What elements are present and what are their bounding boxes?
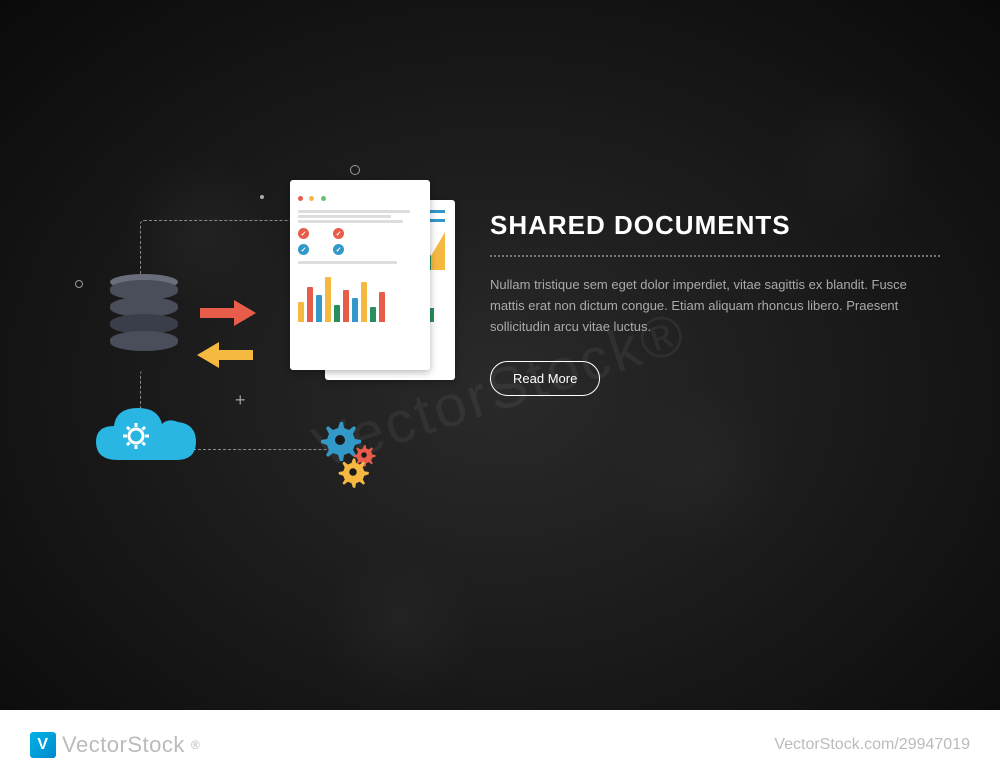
content-area: SHARED DOCUMENTS Nullam tristique sem eg… xyxy=(490,150,940,490)
brand-name: VectorStock xyxy=(62,732,185,758)
page-title: SHARED DOCUMENTS xyxy=(490,210,940,241)
illustration-area: + xyxy=(60,150,490,490)
documents-icon xyxy=(290,180,470,400)
divider xyxy=(490,255,940,257)
footer-bar: V VectorStock ® VectorStock.com/29947019 xyxy=(0,710,1000,780)
check-icon xyxy=(333,228,344,239)
document-front xyxy=(290,180,430,370)
arrow-left-icon xyxy=(195,340,253,375)
image-attribution: VectorStock.com/29947019 xyxy=(774,736,970,754)
decorative-plus: + xyxy=(235,390,246,411)
server-icon xyxy=(110,280,178,370)
decorative-dot xyxy=(260,195,264,199)
brand-suffix: ® xyxy=(191,738,200,752)
check-icon xyxy=(298,244,309,255)
decorative-circle xyxy=(350,165,360,175)
arrow-right-icon xyxy=(200,298,258,333)
hero-banner: + xyxy=(60,150,940,490)
check-icon xyxy=(298,228,309,239)
gears-icon xyxy=(320,420,400,495)
bar-chart-icon xyxy=(298,272,422,322)
read-more-button[interactable]: Read More xyxy=(490,361,600,396)
body-text: Nullam tristique sem eget dolor imperdie… xyxy=(490,275,940,337)
cloud-icon xyxy=(88,400,208,470)
brand-mark-icon: V xyxy=(30,732,56,758)
check-icon xyxy=(333,244,344,255)
decorative-circle xyxy=(75,280,83,288)
brand-logo: V VectorStock ® xyxy=(30,732,200,758)
